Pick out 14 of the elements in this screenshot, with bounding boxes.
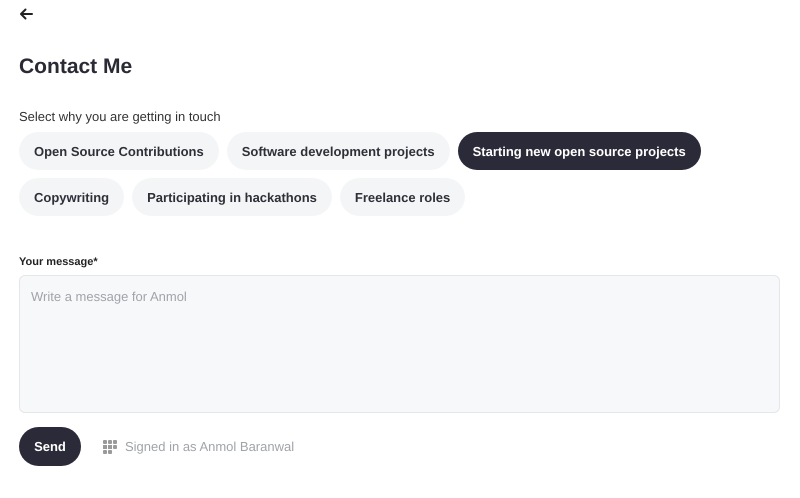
prompt-text: Select why you are getting in touch bbox=[19, 109, 221, 124]
back-button[interactable] bbox=[17, 6, 35, 22]
reason-chip[interactable]: Copywriting bbox=[19, 178, 124, 216]
reason-chip[interactable]: Freelance roles bbox=[340, 178, 466, 216]
grid-icon bbox=[103, 440, 117, 454]
reason-chip[interactable]: Starting new open source projects bbox=[458, 132, 701, 170]
field-label: Your message* bbox=[19, 256, 98, 268]
reason-chip[interactable]: Open Source Contributions bbox=[19, 132, 219, 170]
page-title: Contact Me bbox=[19, 55, 132, 79]
signed-in-text: Signed in as Anmol Baranwal bbox=[125, 439, 294, 454]
reason-chip[interactable]: Participating in hackathons bbox=[132, 178, 332, 216]
send-button[interactable]: Send bbox=[19, 427, 81, 466]
message-field[interactable]: Write a message for Anmol bbox=[19, 275, 780, 413]
reason-chip[interactable]: Software development projects bbox=[226, 132, 450, 170]
